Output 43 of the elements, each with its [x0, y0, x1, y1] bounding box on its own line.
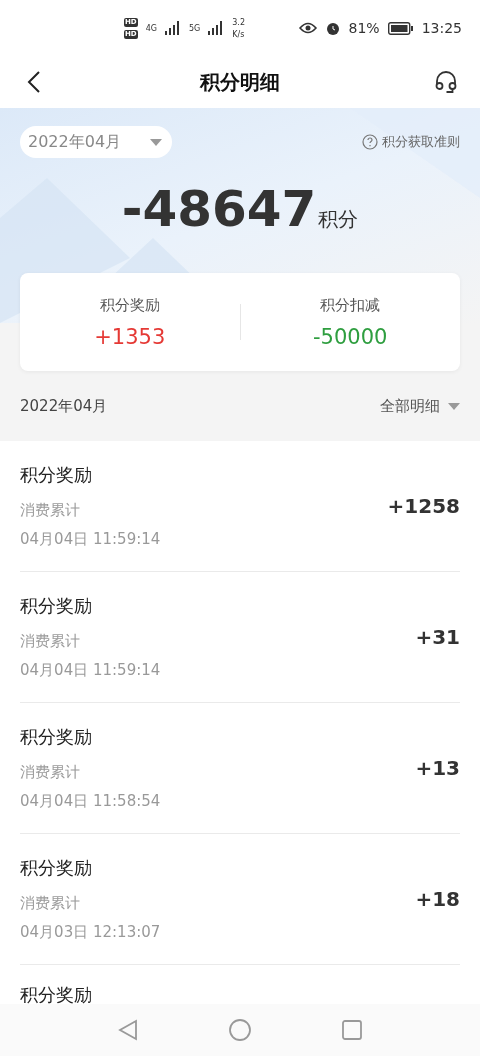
- eye-icon: [298, 22, 317, 34]
- month-picker[interactable]: 2022年04月: [20, 126, 172, 158]
- filter-month: 2022年04月: [20, 396, 108, 416]
- record-time: 04月04日 11:59:14: [20, 661, 161, 680]
- record-source: 消费累计: [20, 894, 81, 913]
- speed-text: 3.2: [232, 17, 245, 27]
- record-time: 04月04日 11:58:54: [20, 792, 161, 811]
- caret-icon: [150, 138, 162, 146]
- stat-value: -50000: [313, 324, 388, 349]
- network-label: 4G: [145, 23, 157, 33]
- record-title: 积分奖励: [20, 594, 93, 618]
- page-title: 积分明细: [200, 68, 280, 96]
- points-unit: 积分: [318, 206, 359, 233]
- battery-percent: 81%: [348, 20, 380, 36]
- network-label: 5G: [188, 23, 201, 33]
- speed-text: K/s: [232, 29, 245, 39]
- record-points: +18: [415, 887, 460, 911]
- record-points: +13: [415, 756, 460, 780]
- alarm-icon: [324, 20, 341, 36]
- back-icon: [27, 70, 41, 94]
- clock-time: 13:25: [421, 20, 462, 36]
- record-time: 04月03日 12:13:07: [20, 923, 161, 942]
- record-source: 消费累计: [20, 501, 81, 520]
- record-points: +1258: [387, 494, 460, 518]
- stat-value: +1353: [94, 324, 166, 349]
- stat-label: 积分奖励: [99, 295, 160, 315]
- battery-icon: [387, 21, 414, 35]
- type-picker[interactable]: 全部明细: [380, 396, 460, 416]
- record-source: 消费累计: [20, 632, 81, 651]
- record-time: 04月04日 11:59:14: [20, 530, 161, 549]
- record-source: 消费累计: [20, 763, 81, 782]
- stat-label: 积分扣减: [320, 295, 381, 315]
- signal-icon: [164, 21, 181, 35]
- points-total: -48647: [121, 180, 317, 238]
- signal-icon: [208, 21, 225, 35]
- record-title: 积分奖励: [20, 856, 93, 880]
- caret-icon: [448, 402, 460, 410]
- help-icon: [362, 134, 378, 150]
- record-title: 积分奖励: [20, 983, 92, 1004]
- record-title: 积分奖励: [20, 725, 93, 749]
- rules-link[interactable]: 积分获取准则: [362, 133, 460, 151]
- record-points: +31: [415, 625, 460, 649]
- record-title: 积分奖励: [20, 463, 93, 487]
